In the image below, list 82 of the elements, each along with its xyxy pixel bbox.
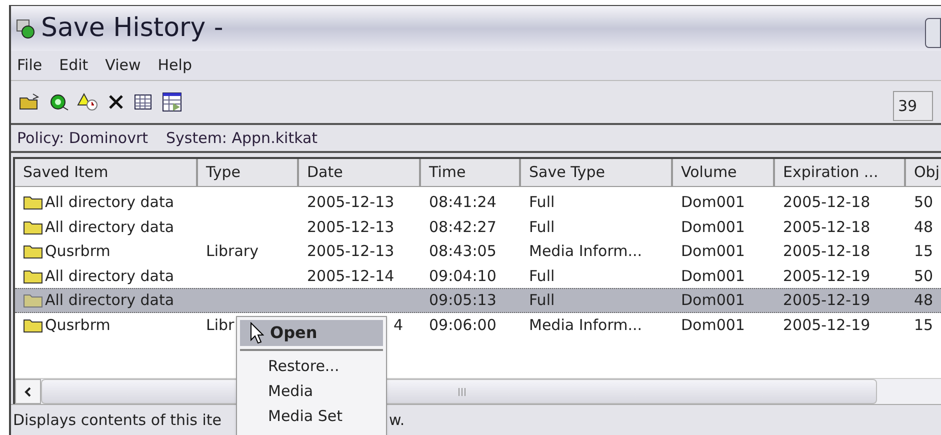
count-field: 39 [893, 91, 933, 121]
table-cell-text: All directory data [45, 290, 174, 311]
table-cell-text: 08:41:24 [429, 192, 496, 213]
minimize-button[interactable] [925, 18, 941, 48]
table-cell-text: 08:43:05 [429, 241, 496, 262]
table-cell-text: Libr [206, 314, 234, 336]
folder-icon [23, 194, 43, 210]
folder-icon [23, 268, 43, 284]
delete-icon[interactable] [107, 93, 125, 111]
table-cell-text: Full [529, 216, 555, 238]
menu-item[interactable]: Media Set [240, 404, 383, 429]
table-cell-text: 50 [914, 266, 934, 286]
table-cell-text: Dom001 [681, 241, 745, 262]
table-cell-text: 09:05:13 [429, 290, 496, 311]
table-cell-text: Full [529, 290, 555, 311]
table-cell-text: 09:06:00 [429, 314, 496, 336]
table-cell-text: 2005-12-13 [307, 241, 394, 262]
column-header[interactable]: Date [299, 159, 421, 187]
table-cell-text: 2005-12-13 [307, 192, 394, 213]
table-cell-text: 2005-12-18 [783, 216, 870, 238]
table-cell-text: 15 [914, 314, 934, 336]
table-cell-text: 4 [393, 314, 403, 336]
table-cell-text: Media Inform... [529, 241, 642, 262]
column-header[interactable]: Volume [673, 159, 775, 187]
table-cell-text: Dom001 [681, 216, 745, 238]
table-cell-text: All directory data [45, 216, 174, 238]
table-cell-text: Full [529, 266, 555, 286]
app-icon [15, 18, 37, 40]
menu-item[interactable]: Help [158, 54, 192, 77]
table-cell-text: 08:42:27 [429, 216, 496, 238]
folder-icon [23, 218, 43, 235]
tape-icon[interactable] [49, 93, 69, 111]
table-icon[interactable] [133, 93, 153, 111]
menu-item[interactable]: View [105, 54, 141, 77]
open-folder-icon[interactable] [19, 93, 41, 111]
scroll-left-button[interactable] [15, 379, 41, 404]
table-cell-text: All directory data [45, 266, 174, 286]
table-cell-text: 15 [914, 241, 934, 262]
folder-icon [23, 292, 43, 308]
table-cell-text: Qusrbrm [45, 314, 110, 336]
table-cell-text: Dom001 [681, 266, 745, 286]
warning-clock-icon[interactable] [77, 93, 99, 111]
menu-item[interactable]: Open [240, 320, 383, 346]
selected-row-highlight[interactable]: All directory data 09:05:13 Full Dom001 2005-12-19 48 [15, 288, 941, 312]
table-cell-text: Dom001 [681, 192, 745, 213]
table-cell-text: 2005-12-19 [783, 266, 870, 286]
table-cell-text: 48 [914, 290, 934, 311]
table-cell-text: Dom001 [681, 290, 745, 311]
info-label: Policy: Dominovrt [17, 128, 148, 149]
table-cell-text: Dom001 [681, 314, 745, 336]
table-cell-text: 2005-12-18 [783, 241, 870, 262]
window-title: Save History - [41, 12, 224, 45]
table-cell-text: 50 [914, 192, 934, 213]
mouse-pointer-icon [250, 322, 264, 344]
menu-item[interactable]: Restore... [240, 354, 383, 379]
table-cell-text: All directory data [45, 192, 174, 213]
column-header[interactable]: Type [198, 159, 299, 187]
table-cell-text: 2005-12-18 [783, 192, 870, 213]
table-cell-text: Qusrbrm [45, 241, 110, 262]
table-cell-text: 09:04:10 [429, 266, 496, 286]
table-cell-text: Library [206, 241, 258, 262]
column-header[interactable]: Time [421, 159, 521, 187]
menu-item[interactable]: File [17, 54, 42, 77]
folder-icon [23, 316, 43, 333]
table-cell-text: Media Inform... [529, 314, 642, 336]
table-cell-text: 2005-12-13 [307, 216, 394, 238]
table-cell-text: 2005-12-14 [307, 266, 394, 286]
column-header[interactable]: Saved Item [15, 159, 198, 187]
column-header[interactable]: Obj [906, 159, 941, 187]
status-text: w. [389, 410, 405, 431]
folder-icon [23, 243, 43, 260]
info-label: System: Appn.kitkat [166, 128, 318, 149]
column-header[interactable]: Expiration ... [775, 159, 906, 187]
table-cell-text: Full [529, 192, 555, 213]
status-text: Displays contents of this ite [12, 410, 223, 431]
menu-item[interactable]: Media [240, 379, 383, 404]
column-header[interactable]: Save Type [521, 159, 673, 187]
table-cell-text: 48 [914, 216, 934, 238]
grip-icon [458, 388, 466, 396]
menu-item[interactable]: Edit [59, 54, 88, 77]
table-cell-text: 2005-12-19 [783, 314, 870, 336]
table-cell-text: 2005-12-19 [783, 290, 870, 311]
